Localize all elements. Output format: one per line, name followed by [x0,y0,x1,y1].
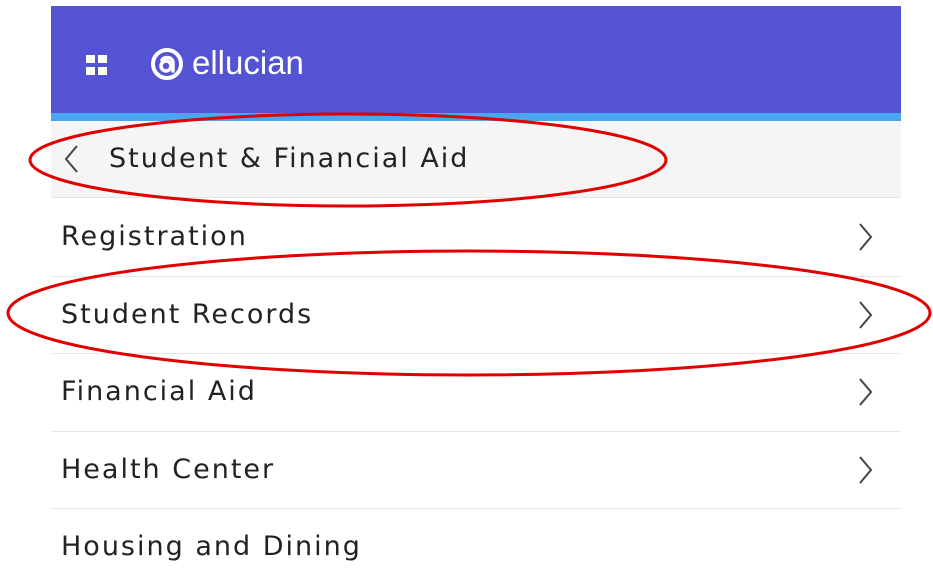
chevron-right-icon [859,300,873,329]
menu-item-student-records[interactable]: Student Records [51,276,901,354]
grid-icon[interactable] [86,55,107,76]
menu-item-registration[interactable]: Registration [51,199,901,277]
brand-name[interactable]: ellucian [192,42,304,84]
back-navigation[interactable]: Student & Financial Aid [51,121,901,198]
menu-item-label: Housing and Dining [61,531,362,562]
menu-item-label: Financial Aid [61,376,257,407]
app-header: ellucian [51,6,901,113]
chevron-right-icon [859,378,873,406]
menu-item-label: Student Records [61,298,314,330]
menu-item-health-center[interactable]: Health Center [51,431,901,509]
chevron-left-icon[interactable] [61,141,81,177]
header-accent-strip [51,113,901,121]
menu-item-label: Registration [61,221,248,252]
menu-item-label: Health Center [61,453,276,485]
chevron-right-icon [859,455,873,484]
ellucian-at-mark-icon [151,48,183,80]
menu-item-financial-aid[interactable]: Financial Aid [51,354,901,432]
chevron-right-icon [859,223,873,251]
menu-item-housing-and-dining[interactable]: Housing and Dining [51,509,901,587]
app-frame: ellucian Student & Financial Aid Registr… [51,0,901,587]
current-section-title: Student & Financial Aid [109,143,470,174]
menu-list: Registration Student Records Financial A… [51,199,901,587]
